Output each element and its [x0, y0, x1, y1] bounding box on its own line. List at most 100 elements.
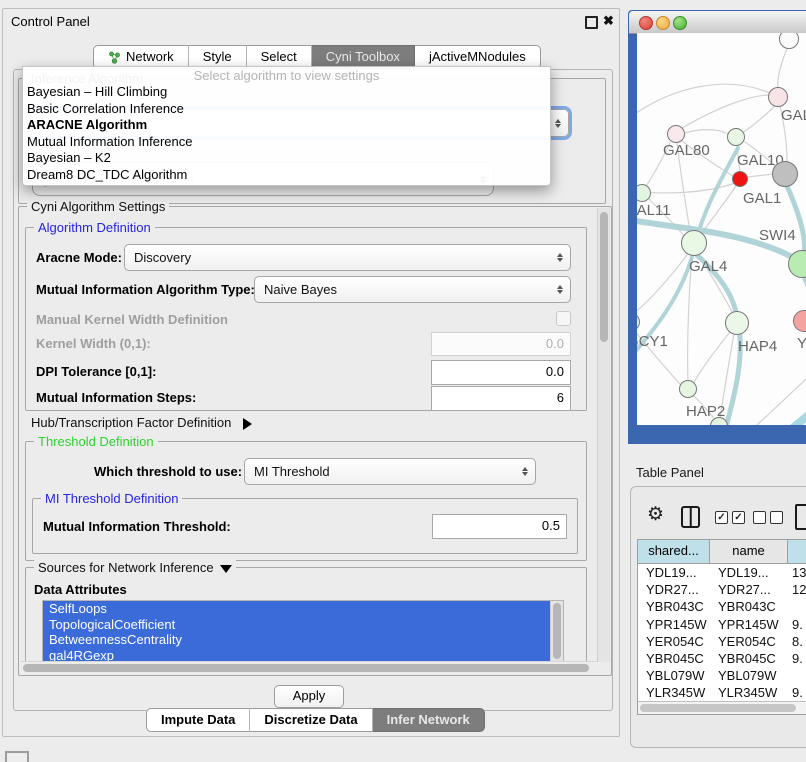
table-cell[interactable]: YPR145W: [710, 616, 788, 633]
zoom-traffic-light-icon[interactable]: [673, 16, 687, 30]
hub-definition-section[interactable]: Hub/Transcription Factor Definition: [31, 415, 252, 430]
settings-scrollbar-thumb[interactable]: [600, 212, 608, 342]
table-cell[interactable]: 12: [788, 581, 806, 598]
algorithm-option[interactable]: Bayesian – Hill Climbing: [23, 84, 550, 101]
table-row[interactable]: YPR145WYPR145W9.: [638, 616, 806, 633]
table-row[interactable]: YBR043CYBR043C: [638, 598, 806, 615]
table-cell[interactable]: YBR043C: [638, 598, 710, 615]
table-cell[interactable]: 13: [788, 564, 806, 581]
attributes-scrollbar-thumb[interactable]: [553, 603, 561, 659]
algorithm-dropdown-list: Bayesian – Hill ClimbingBasic Correlatio…: [23, 84, 550, 183]
table-cell[interactable]: YER054C: [638, 633, 710, 650]
network-node[interactable]: [727, 128, 745, 146]
data-attribute-item[interactable]: TopologicalCoefficient: [43, 617, 563, 633]
table-cell[interactable]: YBR045C: [638, 650, 710, 667]
table-row[interactable]: YLR345WYLR345W9.: [638, 684, 806, 701]
minimize-traffic-light-icon[interactable]: [656, 16, 670, 30]
table-cell[interactable]: [788, 667, 806, 684]
manual-kernel-checkbox[interactable]: [556, 311, 571, 326]
select-all-columns-icon[interactable]: ✓ ✓: [715, 511, 745, 524]
tab-content-panel: Inference Algorithm gal-filtered sif def…: [13, 69, 613, 711]
column-header-name[interactable]: name: [710, 540, 788, 563]
combo-stepper-icon: [557, 285, 563, 294]
columns-icon[interactable]: [681, 506, 700, 528]
aracne-mode-combo[interactable]: Discovery: [124, 244, 571, 271]
table-cell[interactable]: YLR345W: [638, 684, 710, 701]
algorithm-option[interactable]: Dream8 DC_TDC Algorithm: [23, 167, 550, 184]
data-attribute-item[interactable]: SelfLoops: [43, 601, 563, 617]
sources-group: Sources for Network Inference Data Attri…: [25, 567, 587, 672]
collapse-arrow-icon[interactable]: [220, 565, 232, 573]
collapsed-panel-icon[interactable]: [5, 751, 29, 762]
table-row[interactable]: YER054CYER054C8.: [638, 633, 806, 650]
algorithm-option[interactable]: Mutual Information Inference: [23, 134, 550, 151]
data-attributes-list[interactable]: SelfLoopsTopologicalCoefficientBetweenne…: [42, 600, 564, 664]
table-cell[interactable]: YDR27...: [638, 581, 710, 598]
mi-type-combo[interactable]: Naive Bayes: [254, 276, 571, 303]
which-threshold-combo[interactable]: MI Threshold: [244, 458, 536, 485]
mi-threshold-field[interactable]: 0.5: [432, 514, 567, 539]
mi-steps-field[interactable]: 6: [431, 386, 571, 411]
network-node[interactable]: [725, 311, 749, 335]
table-panel-title: Table Panel: [636, 465, 704, 480]
table-horizontal-scrollbar[interactable]: [638, 701, 806, 714]
algorithm-option[interactable]: Bayesian – K2: [23, 150, 550, 167]
network-window-titlebar[interactable]: [629, 11, 806, 34]
network-node[interactable]: [732, 171, 748, 187]
table-row[interactable]: YBR045CYBR045C9.: [638, 650, 806, 667]
table-cell[interactable]: YER054C: [710, 633, 788, 650]
column-header-shared-name[interactable]: shared...: [638, 540, 710, 563]
data-attribute-item[interactable]: BetweennessCentrality: [43, 632, 563, 648]
tab-impute-data[interactable]: Impute Data: [146, 708, 250, 732]
table-hscrollbar-thumb[interactable]: [640, 704, 796, 712]
table-cell[interactable]: YBL079W: [710, 667, 788, 684]
table-cell[interactable]: YLR345W: [710, 684, 788, 701]
apply-button[interactable]: Apply: [274, 685, 344, 708]
network-canvas[interactable]: GALGAL80GAL10GAL1GAL11GAL4SWI4GCY1HAP4YH…: [637, 33, 806, 425]
close-traffic-light-icon[interactable]: [639, 16, 653, 30]
tab-jactivemnodules-label: jActiveMNodules: [429, 49, 526, 64]
dpi-tolerance-field[interactable]: 0.0: [431, 360, 571, 385]
network-node[interactable]: [679, 380, 697, 398]
mi-threshold-label: Mutual Information Threshold:: [43, 519, 231, 534]
table-cell[interactable]: YBR045C: [710, 650, 788, 667]
new-table-icon[interactable]: [795, 504, 806, 530]
table-row[interactable]: YDR27...YDR27...12: [638, 581, 806, 598]
table-cell[interactable]: 8.: [788, 633, 806, 650]
network-node[interactable]: [667, 125, 685, 143]
deselect-all-columns-icon[interactable]: [753, 511, 783, 524]
table-cell[interactable]: YBL079W: [638, 667, 710, 684]
node-table: shared... name YDL19...YDL19...13YDR27..…: [637, 539, 806, 715]
attributes-scrollbar[interactable]: [550, 601, 563, 663]
settings-hscrollbar-thumb[interactable]: [23, 664, 589, 672]
network-node[interactable]: [768, 87, 788, 107]
algorithm-option[interactable]: Basic Correlation Inference: [23, 101, 550, 118]
table-cell[interactable]: YBR043C: [710, 598, 788, 615]
table-cell[interactable]: 9.: [788, 650, 806, 667]
table-row[interactable]: YBL079WYBL079W: [638, 667, 806, 684]
gear-icon[interactable]: ⚙: [647, 505, 664, 525]
tab-infer-network[interactable]: Infer Network: [373, 708, 485, 732]
table-row[interactable]: YDL19...YDL19...13: [638, 564, 806, 581]
close-icon[interactable]: ✖: [603, 13, 614, 29]
algorithm-option[interactable]: ARACNE Algorithm: [23, 117, 550, 134]
column-header-partial[interactable]: [788, 540, 806, 563]
settings-horizontal-scrollbar[interactable]: [20, 661, 597, 674]
network-node[interactable]: [772, 161, 798, 187]
table-cell[interactable]: 9.: [788, 684, 806, 701]
table-cell[interactable]: YDL19...: [710, 564, 788, 581]
expand-arrow-icon[interactable]: [243, 418, 252, 430]
table-cell[interactable]: YDR27...: [710, 581, 788, 598]
panel-title: Control Panel: [11, 14, 90, 29]
unchecked-box-icon: [770, 511, 783, 524]
kernel-width-field[interactable]: 0.0: [431, 332, 571, 356]
network-node[interactable]: [681, 230, 707, 256]
float-window-icon[interactable]: [585, 16, 598, 29]
table-cell[interactable]: YPR145W: [638, 616, 710, 633]
settings-vertical-scrollbar[interactable]: [597, 208, 610, 662]
cyni-algorithm-settings-group: Cyni Algorithm Settings Algorithm Defini…: [18, 206, 612, 676]
table-cell[interactable]: 9.: [788, 616, 806, 633]
table-cell[interactable]: YDL19...: [638, 564, 710, 581]
table-cell[interactable]: [788, 598, 806, 615]
tab-discretize-data[interactable]: Discretize Data: [250, 708, 372, 732]
